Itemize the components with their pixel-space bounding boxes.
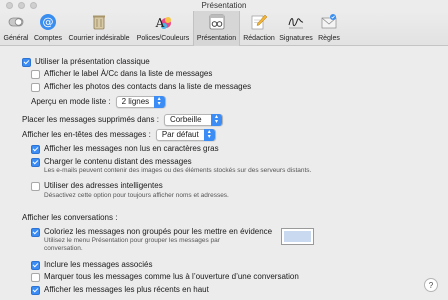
checkbox-label: Afficher les photos des contacts dans la… — [44, 82, 252, 91]
tab-accounts[interactable]: @ Comptes — [32, 11, 64, 46]
help-button[interactable]: ? — [424, 278, 438, 292]
headers-row: Afficher les en-têtes des messages : Par… — [22, 129, 216, 141]
svg-text:A: A — [155, 16, 165, 30]
viewing-preferences-pane: Utiliser la présentation classique Affic… — [0, 47, 448, 300]
tab-label: Signatures — [279, 35, 313, 42]
preferences-window: Présentation Général @ Comptes Courrier … — [0, 0, 448, 300]
checkbox-unchecked[interactable] — [31, 272, 40, 282]
smart-addresses-note: Désactivez cette option pour toujours af… — [44, 192, 229, 199]
popup-arrows-icon: ▴ ▾ — [203, 129, 215, 141]
list-preview-row: Aperçu en mode liste : 2 lignes ▴ ▾ — [31, 96, 166, 108]
preferences-toolbar: Général @ Comptes Courrier indésirable A… — [0, 11, 448, 46]
remote-content-note: Les e-mails peuvent contenir des images … — [44, 167, 312, 174]
show-to-cc-checkbox[interactable]: Afficher le label À/Cc dans la liste de … — [31, 69, 212, 79]
headers-popup[interactable]: Par défaut ▴ ▾ — [155, 129, 216, 141]
checkbox-label: Inclure les messages associés — [44, 260, 153, 269]
include-related-checkbox[interactable]: Inclure les messages associés — [31, 260, 153, 270]
popup-arrows-icon: ▴ ▾ — [210, 114, 222, 126]
checkbox-label: Afficher les messages les plus récents e… — [44, 285, 209, 294]
highlight-note: Utilisez le menu Présentation pour group… — [44, 237, 220, 252]
highlight-color-well[interactable] — [281, 228, 314, 245]
checkbox-label: Charger le contenu distant des messages — [44, 157, 192, 166]
highlight-color-swatch — [284, 231, 311, 242]
checkbox-checked[interactable] — [31, 285, 40, 295]
tab-junk-mail[interactable]: Courrier indésirable — [65, 11, 133, 46]
remote-content-checkbox[interactable]: Charger le contenu distant des messages — [31, 157, 192, 167]
tab-composing[interactable]: Rédaction — [241, 11, 277, 46]
smart-addresses-checkbox[interactable]: Utiliser des adresses intelligentes — [31, 181, 163, 191]
minimize-window-button[interactable] — [18, 2, 25, 9]
highlight-ungrouped-checkbox[interactable]: Coloriez les messages non groupés pour l… — [31, 227, 272, 237]
tab-fonts-colors[interactable]: A Polices/Couleurs — [134, 11, 192, 46]
tab-label: Général — [3, 35, 29, 42]
svg-text:@: @ — [43, 16, 54, 29]
trash-icon — [89, 12, 109, 32]
rules-envelope-icon — [319, 12, 339, 32]
mark-all-read-checkbox[interactable]: Marquer tous les messages comme lus à l’… — [31, 272, 299, 282]
tab-label: Comptes — [33, 35, 62, 42]
checkbox-label: Marquer tous les messages comme lus à l’… — [44, 272, 299, 281]
eyeglasses-window-icon — [207, 12, 227, 32]
popup-arrows-icon: ▴ ▾ — [153, 96, 165, 108]
checkbox-checked[interactable] — [31, 157, 40, 167]
window-title: Présentation — [201, 1, 247, 10]
unread-bold-checkbox[interactable]: Afficher les messages non lus en caractè… — [31, 144, 219, 154]
tab-label: Polices/Couleurs — [136, 35, 190, 42]
checkbox-unchecked[interactable] — [31, 82, 40, 92]
show-contact-photos-checkbox[interactable]: Afficher les photos des contacts dans la… — [31, 82, 251, 92]
checkbox-unchecked[interactable] — [31, 69, 40, 79]
tab-label: Courrier indésirable — [68, 35, 130, 42]
list-preview-label: Aperçu en mode liste : — [31, 97, 111, 106]
checkbox-label: Utiliser des adresses intelligentes — [44, 181, 163, 190]
list-preview-popup[interactable]: 2 lignes ▴ ▾ — [115, 96, 166, 108]
title-bar: Présentation — [0, 0, 448, 11]
popup-value: Par défaut — [161, 130, 199, 139]
tab-label: Règles — [318, 35, 340, 42]
checkbox-label: Utiliser la présentation classique — [35, 57, 150, 66]
deleted-messages-row: Placer les messages supprimés dans : Cor… — [22, 114, 223, 126]
close-window-button[interactable] — [6, 2, 13, 9]
fonts-icon: A — [153, 12, 173, 32]
tab-general[interactable]: Général — [1, 11, 31, 46]
signature-icon — [286, 12, 306, 32]
classic-layout-checkbox[interactable]: Utiliser la présentation classique — [22, 57, 150, 67]
tab-label: Rédaction — [243, 35, 275, 42]
checkbox-checked[interactable] — [31, 227, 40, 237]
popup-value: 2 lignes — [121, 97, 150, 106]
deleted-messages-popup[interactable]: Corbeille ▴ ▾ — [163, 114, 223, 126]
checkbox-checked[interactable] — [22, 57, 31, 67]
checkbox-checked[interactable] — [31, 260, 40, 270]
tab-label: Présentation — [196, 35, 237, 42]
switch-icon — [6, 12, 26, 32]
popup-value: Corbeille — [169, 115, 202, 124]
checkbox-label: Coloriez les messages non groupés pour l… — [44, 227, 273, 236]
headers-label: Afficher les en-têtes des messages : — [22, 130, 151, 139]
pencil-icon — [249, 12, 269, 32]
most-recent-top-checkbox[interactable]: Afficher les messages les plus récents e… — [31, 285, 209, 295]
checkbox-label: Afficher les messages non lus en caractè… — [44, 144, 219, 153]
tab-rules[interactable]: Règles — [315, 11, 343, 46]
tab-signatures[interactable]: Signatures — [278, 11, 314, 46]
deleted-messages-label: Placer les messages supprimés dans : — [22, 115, 159, 124]
zoom-window-button[interactable] — [30, 2, 37, 9]
checkbox-checked[interactable] — [31, 144, 40, 154]
conversations-heading: Afficher les conversations : — [22, 213, 118, 222]
at-icon: @ — [38, 12, 58, 32]
checkbox-label: Afficher le label À/Cc dans la liste de … — [44, 69, 213, 78]
checkbox-unchecked[interactable] — [31, 181, 40, 191]
tab-viewing[interactable]: Présentation — [193, 11, 240, 46]
